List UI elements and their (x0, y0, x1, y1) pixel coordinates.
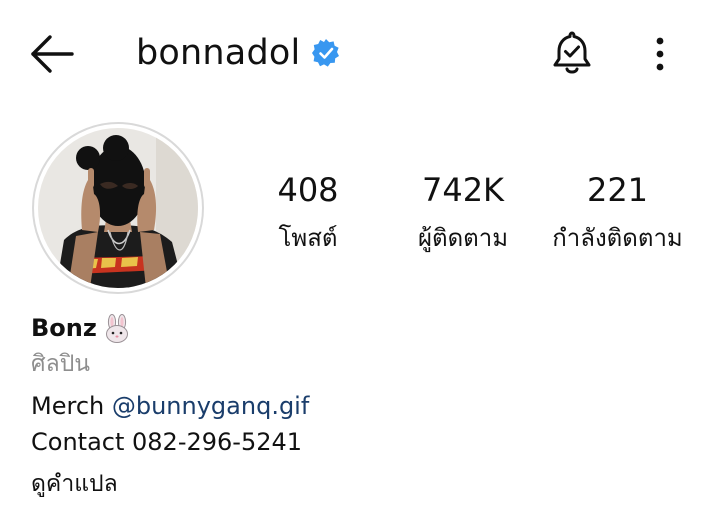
profile-category: ศิลปิน (31, 351, 91, 377)
profile-photo (38, 128, 198, 288)
back-button[interactable] (28, 32, 76, 76)
following-label: กำลังติดตาม (552, 224, 683, 252)
display-name: Bonz (31, 314, 97, 342)
bio-merch-line: Merch @bunnyganq.gif (31, 390, 309, 422)
mention-link[interactable]: @bunnyganq.gif (112, 392, 309, 420)
rabbit-face-icon (102, 314, 132, 344)
followers-label: ผู้ติดตาม (417, 224, 509, 252)
followers-count: 742K (421, 171, 505, 209)
bell-check-icon (553, 31, 591, 74)
following-count: 221 (586, 171, 649, 209)
posts-stat[interactable]: 408 โพสต์ (258, 170, 358, 254)
notifications-button[interactable] (549, 28, 595, 78)
profile-username: bonnadol (136, 33, 301, 73)
arrow-left-icon (31, 35, 74, 73)
bio-contact-line: Contact 082-296-5241 (31, 428, 303, 456)
more-vertical-icon (656, 37, 664, 71)
posts-label: โพสต์ (278, 224, 338, 252)
following-stat[interactable]: 221 กำลังติดตาม (540, 170, 695, 254)
verified-badge-icon (311, 38, 341, 68)
avatar[interactable] (38, 128, 198, 288)
posts-count: 408 (277, 171, 339, 209)
more-options-button[interactable] (644, 34, 676, 74)
followers-stat[interactable]: 742K ผู้ติดตาม (403, 170, 523, 254)
see-translation-link[interactable]: ดูคำแปล (31, 468, 118, 500)
bio-merch-text: Merch (31, 392, 112, 420)
